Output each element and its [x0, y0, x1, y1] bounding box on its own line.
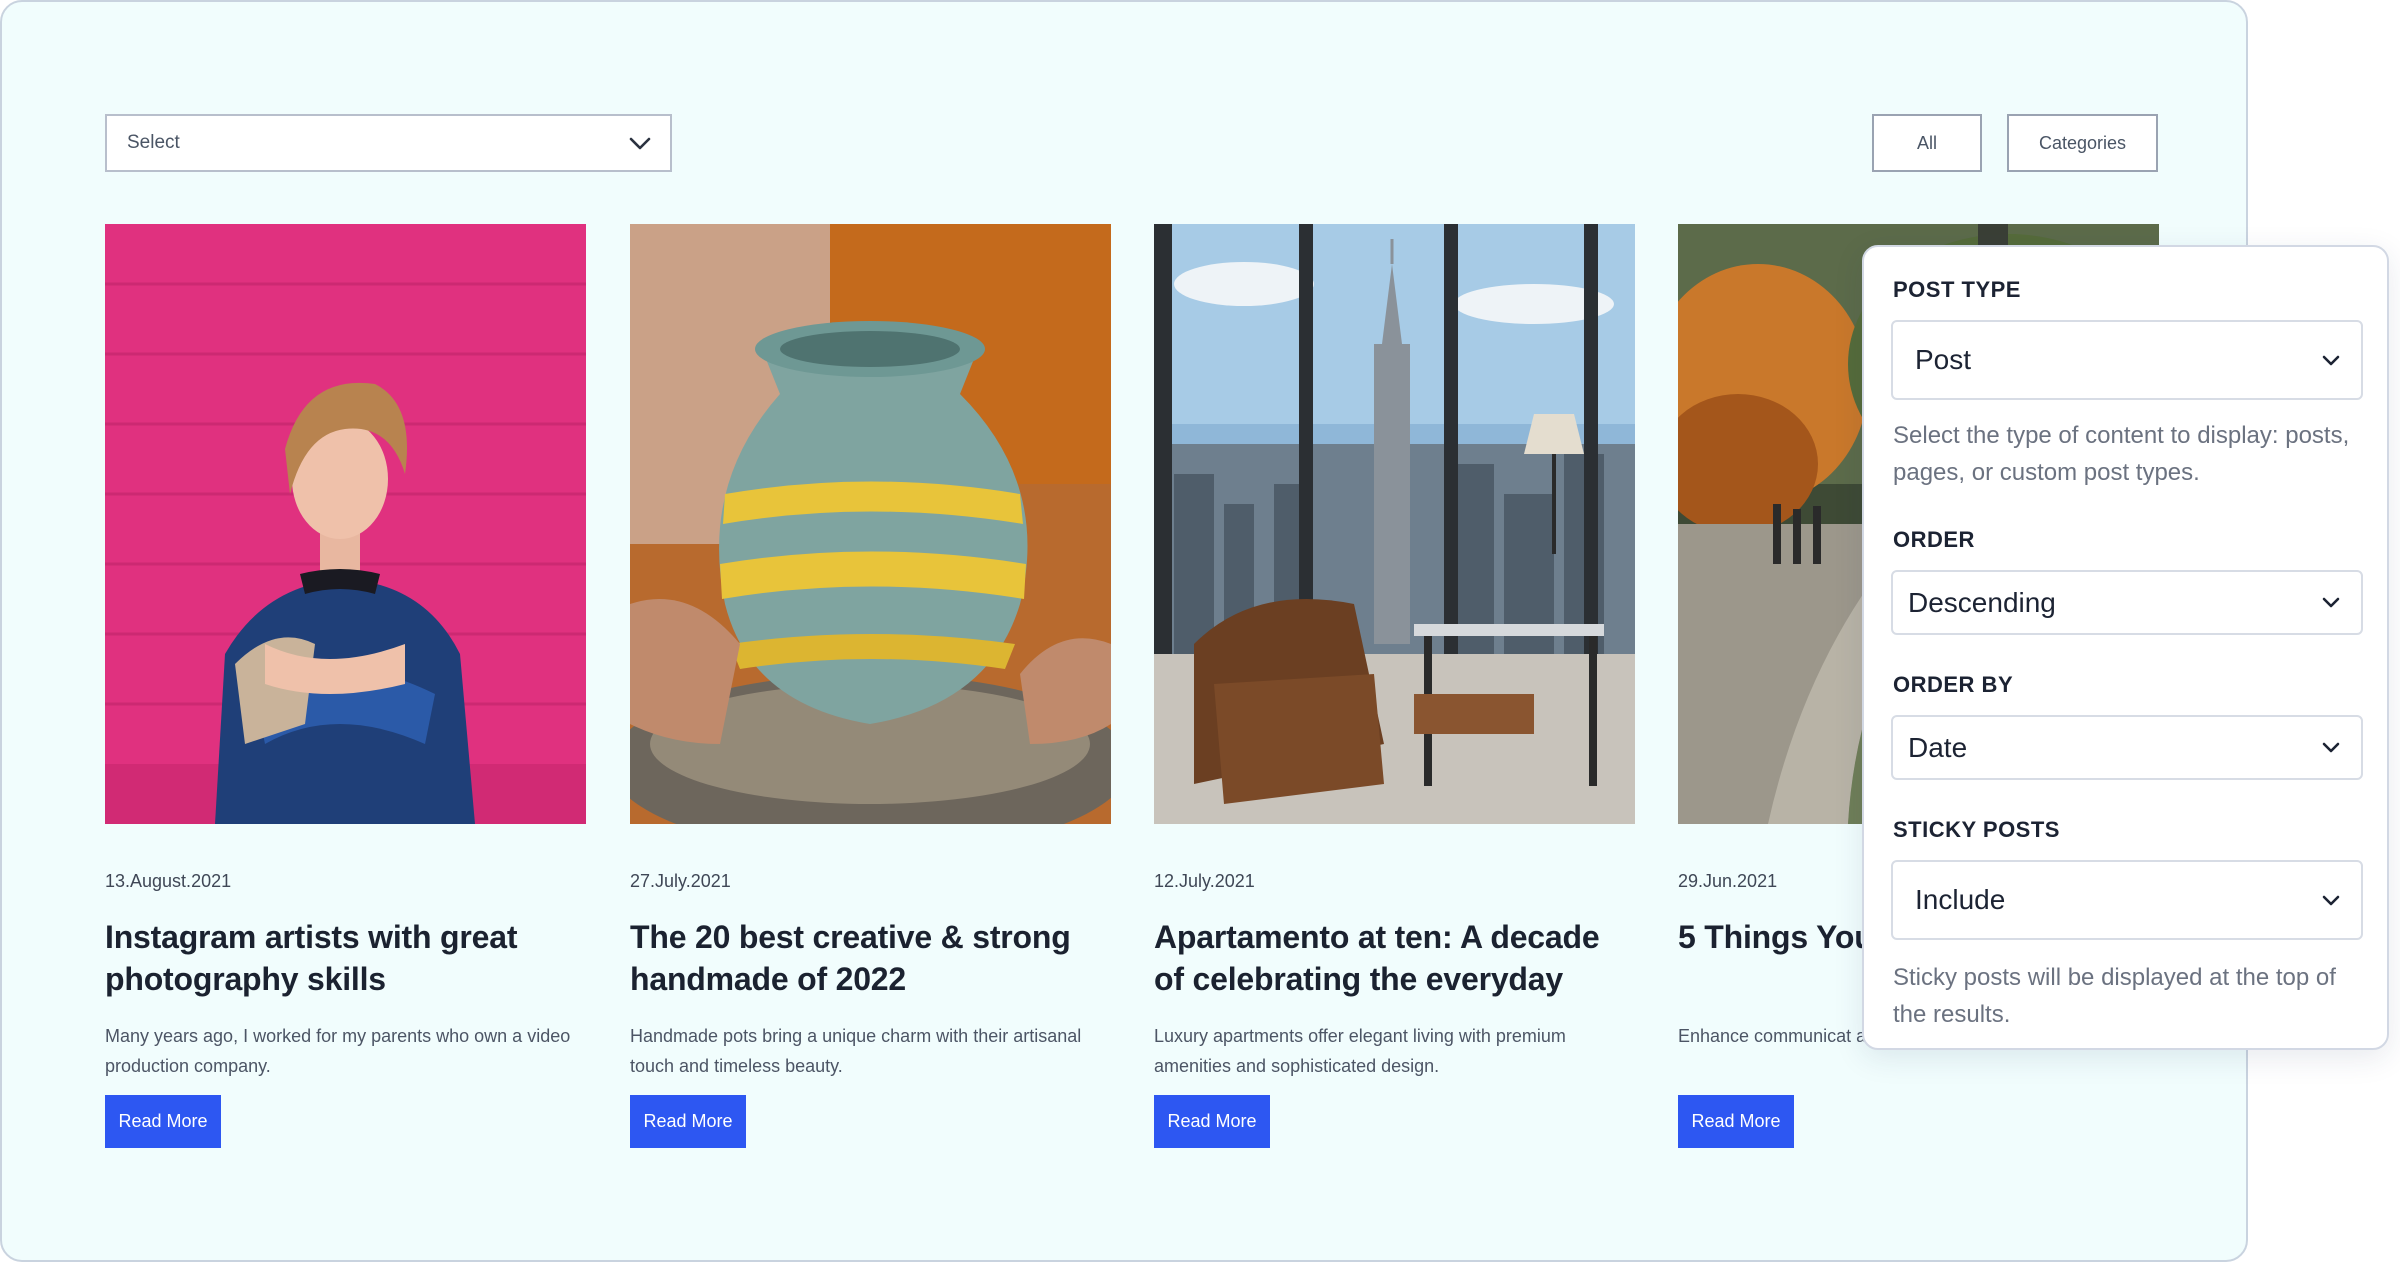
post-date: 12.July.2021 — [1154, 871, 1255, 891]
read-more-button[interactable]: Read More — [1154, 1095, 1270, 1148]
post-image-apartment[interactable] — [1154, 224, 1635, 824]
post-title[interactable]: The 20 best creative & strong handmade o… — [630, 916, 1111, 1000]
order-label: ORDER — [1893, 527, 1975, 552]
query-settings-panel: POST TYPE Post Select the type of conten… — [1862, 245, 2389, 1050]
post-title[interactable]: Instagram artists with great photography… — [105, 916, 586, 1000]
order-by-value: Date — [1908, 731, 1968, 763]
post-excerpt: Luxury apartments offer elegant living w… — [1154, 1026, 1566, 1076]
post-type-value: Post — [1915, 344, 1972, 375]
post-title[interactable]: Apartamento at ten: A decade of celebrat… — [1154, 916, 1635, 1000]
post-excerpt: Handmade pots bring a unique charm with … — [630, 1026, 1082, 1076]
post-card: 13.August.2021 Instagram artists with gr… — [105, 224, 586, 1148]
chevron-down-icon — [2322, 895, 2340, 906]
category-select-label: Select — [127, 132, 180, 153]
read-more-button[interactable]: Read More — [105, 1095, 221, 1148]
sticky-posts-value: Include — [1915, 884, 2006, 915]
chevron-down-icon — [629, 137, 651, 150]
filter-all-button[interactable]: All — [1872, 114, 1982, 172]
post-image-portrait[interactable] — [105, 224, 586, 824]
sticky-posts-dropdown[interactable]: Include — [1891, 860, 2363, 940]
post-card: 27.July.2021 The 20 best creative & stro… — [630, 224, 1111, 1148]
post-type-dropdown[interactable]: Post — [1891, 320, 2363, 400]
filter-categories-button[interactable]: Categories — [2007, 114, 2158, 172]
order-by-label: ORDER BY — [1893, 672, 2014, 697]
chevron-down-icon — [2322, 597, 2340, 608]
post-date: 13.August.2021 — [105, 871, 232, 891]
post-type-label: POST TYPE — [1893, 277, 2021, 302]
read-more-button[interactable]: Read More — [1678, 1095, 1794, 1148]
read-more-button[interactable]: Read More — [630, 1095, 746, 1148]
order-dropdown[interactable]: Descending — [1891, 570, 2363, 635]
post-image-pottery[interactable] — [630, 224, 1111, 824]
post-date: 27.July.2021 — [630, 871, 731, 891]
sticky-posts-help: Sticky posts will be displayed at the to… — [1893, 964, 2336, 1028]
post-card: 12.July.2021 Apartamento at ten: A decad… — [1154, 224, 1635, 1148]
category-select[interactable]: Select — [105, 114, 672, 172]
order-by-dropdown[interactable]: Date — [1891, 715, 2363, 780]
chevron-down-icon — [2322, 355, 2340, 366]
sticky-posts-label: STICKY POSTS — [1893, 817, 2060, 842]
post-type-help: Select the type of content to display: p… — [1893, 422, 2350, 486]
order-value: Descending — [1908, 586, 2056, 618]
post-excerpt: Many years ago, I worked for my parents … — [105, 1026, 571, 1076]
chevron-down-icon — [2322, 742, 2340, 753]
